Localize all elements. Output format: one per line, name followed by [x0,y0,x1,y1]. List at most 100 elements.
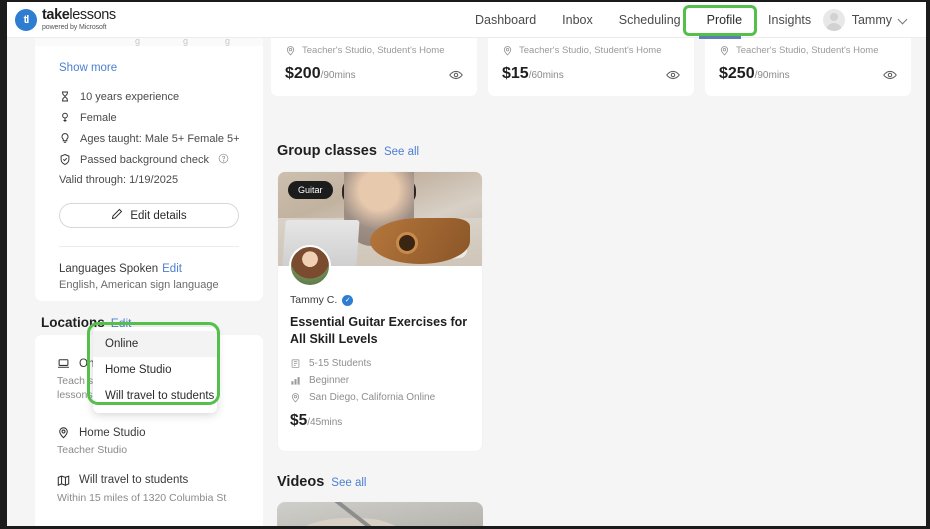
attribute-experience: 10 years experience [59,90,263,103]
browser-window: tl takelessons powered by Microsoft Dash… [0,0,930,529]
meta-level-label: Beginner [309,375,350,386]
videos-heading: Videos [277,474,325,490]
group-class-price: $5/45mins [290,412,470,430]
location-item-travel: Will travel to students Within 15 miles … [35,474,263,505]
show-more-link[interactable]: Show more [35,46,263,74]
group-classes-see-all[interactable]: See all [384,146,419,158]
attribute-gender-label: Female [80,111,117,124]
pricing-card[interactable]: Teacher's Studio, Student's Home $15/60m… [488,36,694,96]
eye-icon[interactable] [666,68,680,82]
app-header: tl takelessons powered by Microsoft Dash… [7,2,926,38]
location-desc-home-studio: Teacher Studio [57,444,128,457]
dropdown-option-online[interactable]: Online [93,331,217,357]
pricing-location: Teacher's Studio, Student's Home [736,45,879,56]
videos-heading-row: Videos See all [277,474,483,490]
logo-brand-bold: take [42,7,70,24]
pricing-cards-row: Teacher's Studio, Student's Home $200/90… [271,36,911,96]
lightbulb-icon [59,132,71,145]
videos-see-all[interactable]: See all [331,477,366,489]
pricing-amount: $200 [285,65,321,82]
pricing-card[interactable]: Teacher's Studio, Student's Home $250/90… [705,36,911,96]
main-navigation: Dashboard Inbox Scheduling Profile Insig… [462,2,824,38]
profile-details-card: ggg Show more 10 years experience Female… [35,36,263,301]
eye-icon[interactable] [883,68,897,82]
languages-value: English, American sign language [59,279,219,291]
locations-dropdown-menu[interactable]: Online Home Studio Will travel to studen… [93,327,217,413]
map-pin-icon [57,426,70,439]
map-pin-icon [719,45,730,56]
logo-tagline: powered by Microsoft [42,23,107,31]
pricing-duration: /90mins [320,70,356,81]
pricing-location: Teacher's Studio, Student's Home [519,45,662,56]
location-name-travel: Will travel to students [79,474,189,487]
user-menu[interactable]: Tammy [822,2,908,38]
languages-title: Languages Spoken [59,263,159,275]
pricing-amount: $250 [719,65,755,82]
teacher-row: Tammy C. ✓ [290,294,470,306]
takelessons-logo[interactable]: tl takelessons powered by Microsoft [15,8,116,31]
attribute-experience-label: 10 years experience [80,90,180,103]
languages-edit-link[interactable]: Edit [162,263,182,275]
logo-brand-light: lessons [69,7,116,24]
verified-badge-icon: ✓ [342,294,354,306]
location-item-home-studio: Home Studio Teacher Studio [35,426,263,457]
pricing-duration: /60mins [528,70,564,81]
meta-location: San Diego, California Online [290,392,470,403]
pricing-amount: $15 [502,65,529,82]
gender-icon [59,111,71,124]
chevron-down-icon [899,16,908,25]
group-class-thumbnail: Guitar [278,172,482,287]
pricing-card[interactable]: Teacher's Studio, Student's Home $200/90… [271,36,477,96]
edit-details-label: Edit details [130,209,187,222]
attribute-ages-label: Ages taught: Male 5+ Female 5+ [80,132,240,145]
pencil-icon [111,208,123,223]
teacher-name: Tammy C. [290,294,338,306]
dropdown-option-home-studio[interactable]: Home Studio [93,357,217,383]
pricing-location: Teacher's Studio, Student's Home [302,45,445,56]
attribute-gender: Female [59,111,263,124]
students-icon [290,358,301,369]
meta-location-label: San Diego, California Online [309,392,436,403]
group-class-title: Essential Guitar Exercises for All Skill… [290,315,468,346]
teacher-avatar [289,245,331,287]
location-desc-travel: Within 15 miles of 1320 Columbia St [57,491,227,504]
valid-through-text: Valid through: 1/19/2025 [59,174,179,186]
tab-inbox[interactable]: Inbox [549,3,606,37]
level-bars-icon [290,375,301,386]
map-pin-icon [290,392,301,403]
shield-check-icon [59,153,71,166]
tab-dashboard[interactable]: Dashboard [462,3,549,37]
location-name-home-studio: Home Studio [79,426,146,439]
attribute-background-check: Passed background check [59,153,263,166]
map-fold-icon [57,474,70,487]
group-class-duration: /45mins [307,417,343,428]
eye-icon[interactable] [449,68,463,82]
group-class-card[interactable]: Guitar Tammy C. ✓ Essential Guitar Exerc… [277,171,483,452]
group-classes-section: Group classes See all Guitar Tammy C. ✓ … [277,143,483,452]
help-icon[interactable] [218,153,230,166]
group-classes-heading: Group classes [277,143,377,159]
meta-students-label: 5-15 Students [309,358,372,369]
video-thumbnail[interactable] [277,502,483,526]
tl-icon: tl [15,8,37,31]
attribute-ages-taught: Ages taught: Male 5+ Female 5+ [59,132,263,145]
meta-students: 5-15 Students [290,358,470,369]
tab-scheduling[interactable]: Scheduling [606,3,694,37]
attribute-background-label: Passed background check [80,153,210,166]
tab-profile[interactable]: Profile [694,3,755,37]
subject-badge: Guitar [288,181,333,199]
languages-section: Languages Spoken Edit English, American s… [35,247,263,291]
map-pin-icon [502,45,513,56]
map-pin-icon [285,45,296,56]
pricing-duration: /90mins [754,70,790,81]
group-class-amount: $5 [290,412,308,429]
edit-details-button[interactable]: Edit details [59,203,239,228]
videos-section: Videos See all [277,474,483,526]
user-name: Tammy [851,13,892,27]
dropdown-option-will-travel[interactable]: Will travel to students [93,383,217,409]
laptop-icon [57,357,70,370]
group-classes-heading-row: Group classes See all [277,143,483,159]
group-class-meta: 5-15 Students Beginner San Diego, Califo… [290,358,470,403]
hourglass-icon [59,90,71,103]
tab-insights[interactable]: Insights [755,3,824,37]
